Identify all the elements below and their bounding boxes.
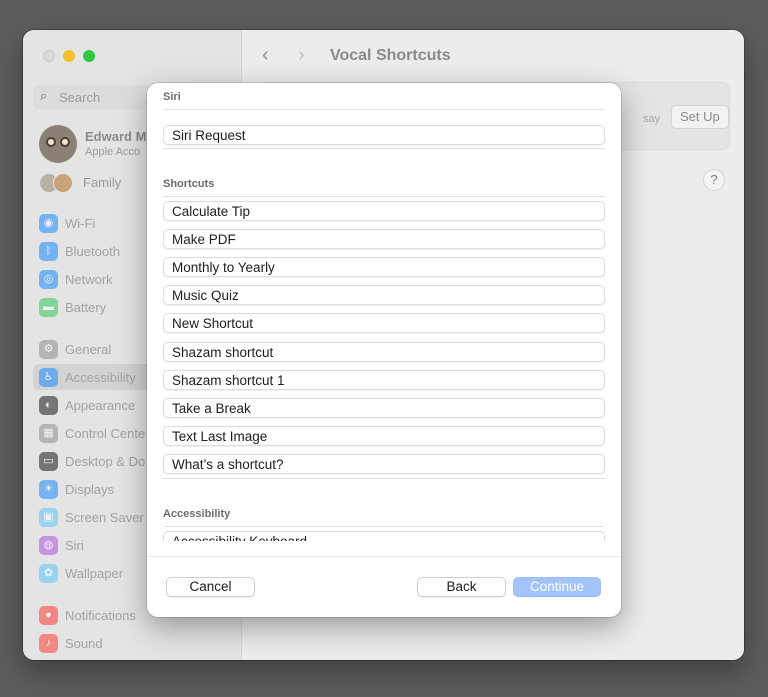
sidebar-item-label: Accessibility bbox=[65, 370, 136, 385]
sidebar-item-label: Siri bbox=[65, 538, 84, 553]
list-item[interactable]: Shazam shortcut 1 bbox=[163, 370, 605, 390]
desktop-dock-icon: ▭ bbox=[39, 452, 58, 471]
help-button[interactable]: ? bbox=[703, 169, 725, 191]
appearance-icon: ◐ bbox=[39, 396, 58, 415]
family-avatar-icon bbox=[53, 173, 73, 193]
siri-icon: ◍ bbox=[39, 536, 58, 555]
set-up-button[interactable]: Set Up bbox=[671, 105, 729, 129]
sound-icon: ♪ bbox=[39, 634, 58, 653]
window-minimize-button[interactable] bbox=[63, 50, 75, 62]
list-item-label: New Shortcut bbox=[172, 316, 254, 331]
section-divider bbox=[163, 196, 605, 197]
list-item-label: Make PDF bbox=[172, 232, 236, 247]
list-item[interactable]: Make PDF bbox=[163, 229, 605, 249]
globe-icon: ◎ bbox=[39, 270, 58, 289]
sidebar-item-label: Appearance bbox=[65, 398, 136, 413]
list-item-label: Music Quiz bbox=[172, 288, 239, 303]
list-item[interactable]: Siri Request bbox=[163, 125, 605, 145]
sidebar-item-label: Screen Saver bbox=[65, 510, 144, 525]
cancel-button[interactable]: Cancel bbox=[166, 577, 255, 597]
list-item-label: Shazam shortcut bbox=[172, 345, 274, 360]
window-close-button[interactable] bbox=[43, 50, 55, 62]
sidebar-item-label: Family bbox=[83, 175, 122, 190]
search-icon: ⌕ bbox=[40, 88, 48, 103]
window-zoom-button[interactable] bbox=[83, 50, 95, 62]
setup-description: say bbox=[643, 113, 661, 125]
wifi-icon: ◉ bbox=[39, 214, 58, 233]
notifications-icon: ● bbox=[39, 606, 58, 625]
list-item[interactable]: Text Last Image bbox=[163, 426, 605, 446]
list-item[interactable]: Music Quiz bbox=[163, 285, 605, 305]
list-item[interactable]: Monthly to Yearly bbox=[163, 257, 605, 277]
section-divider bbox=[163, 526, 605, 527]
footer-divider bbox=[147, 556, 621, 557]
sidebar-item-label: Notifications bbox=[65, 608, 136, 623]
wallpaper-icon: ✿ bbox=[39, 564, 58, 583]
section-divider bbox=[163, 478, 605, 479]
gear-icon: ⚙ bbox=[39, 340, 58, 359]
account-name: Edward M bbox=[85, 129, 147, 144]
back-button[interactable]: Back bbox=[417, 577, 506, 597]
section-header: Siri bbox=[163, 91, 181, 103]
avatar bbox=[39, 125, 77, 163]
accessibility-icon: ♿ bbox=[39, 368, 58, 387]
sidebar-item-label: Sound bbox=[65, 636, 103, 651]
list-item-label: Text Last Image bbox=[172, 429, 268, 444]
action-list[interactable]: Siri Siri Request Shortcuts Calculate Tip Ma… bbox=[147, 83, 621, 541]
page-title: Vocal Shortcuts bbox=[330, 47, 451, 64]
list-item[interactable]: New Shortcut bbox=[163, 313, 605, 333]
sidebar-item-label: Bluetooth bbox=[65, 244, 120, 259]
battery-icon: ▬ bbox=[39, 298, 58, 317]
displays-icon: ☀ bbox=[39, 480, 58, 499]
bluetooth-icon: ᛒ bbox=[39, 242, 58, 261]
sidebar-item-label: Displays bbox=[65, 482, 115, 497]
list-item-label: Accessibility Keyboard bbox=[172, 534, 307, 541]
sidebar-item-label: Wallpaper bbox=[65, 566, 124, 581]
list-item-label: Take a Break bbox=[172, 401, 251, 416]
list-item[interactable]: Shazam shortcut bbox=[163, 342, 605, 362]
list-item[interactable]: Calculate Tip bbox=[163, 201, 605, 221]
list-item[interactable]: What’s a shortcut? bbox=[163, 454, 605, 474]
list-item-label: Monthly to Yearly bbox=[172, 260, 275, 275]
forward-chevron-icon[interactable]: › bbox=[298, 44, 305, 67]
sidebar-item-label: Desktop & Do bbox=[65, 454, 146, 469]
choose-action-sheet: Siri Siri Request Shortcuts Calculate Tip Ma… bbox=[147, 83, 621, 617]
control-center-icon: ▦ bbox=[39, 424, 58, 443]
list-item-label: Shazam shortcut 1 bbox=[172, 373, 285, 388]
continue-button[interactable]: Continue bbox=[513, 577, 601, 597]
list-item-label: Calculate Tip bbox=[172, 204, 251, 219]
section-header: Accessibility bbox=[163, 508, 231, 520]
section-header: Shortcuts bbox=[163, 178, 215, 190]
sidebar-item-label: Battery bbox=[65, 300, 107, 315]
account-subtitle: Apple Acco bbox=[85, 146, 141, 158]
list-item-label: Siri Request bbox=[172, 128, 246, 143]
screen-saver-icon: ▣ bbox=[39, 508, 58, 527]
list-item[interactable]: Take a Break bbox=[163, 398, 605, 418]
search-placeholder: Search bbox=[59, 90, 101, 105]
section-divider bbox=[163, 148, 605, 149]
section-divider bbox=[163, 109, 605, 110]
sidebar-item-sound[interactable]: ♪ Sound bbox=[33, 630, 231, 656]
sidebar-item-label: Network bbox=[65, 272, 113, 287]
sidebar-item-label: Control Cente bbox=[65, 426, 146, 441]
list-item[interactable]: Accessibility Keyboard bbox=[163, 531, 605, 541]
back-chevron-icon[interactable]: ‹ bbox=[262, 44, 269, 67]
sidebar-item-label: General bbox=[65, 342, 112, 357]
sidebar-item-label: Wi-Fi bbox=[65, 216, 96, 231]
list-item-label: What’s a shortcut? bbox=[172, 457, 284, 472]
